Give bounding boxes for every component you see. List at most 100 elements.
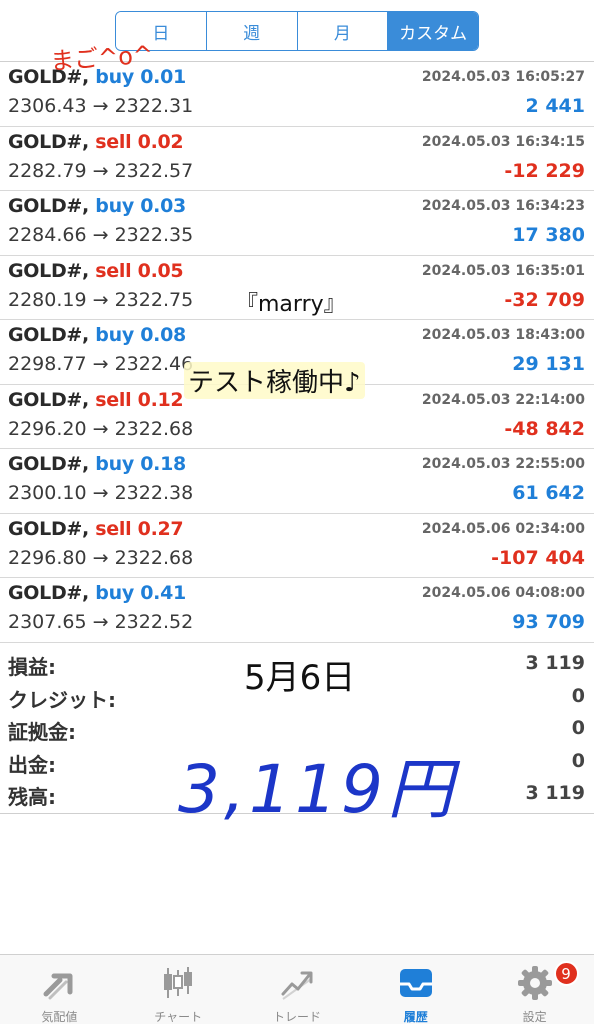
- tab-history[interactable]: 履歴: [356, 955, 475, 1024]
- trade-prices: 2280.19 → 2322.75: [8, 289, 193, 311]
- period-segmented-control: 日 週 月 カスタム: [115, 11, 479, 51]
- trade-time: 2024.05.03 22:55:00: [421, 456, 585, 472]
- trade-symbol: GOLD#, buy 0.41: [8, 582, 186, 604]
- trade-profit: 29 131: [512, 353, 585, 375]
- close-price: 2322.52: [114, 611, 194, 633]
- trade-prices: 2307.65 → 2322.52: [8, 611, 193, 633]
- trade-volume: 0.08: [140, 324, 186, 346]
- summary-label: 出金:: [8, 752, 56, 777]
- arrow-icon: →: [92, 353, 109, 375]
- tab-label: 履歴: [403, 1010, 428, 1024]
- trade-row[interactable]: GOLD#, buy 0.41 2024.05.06 04:08:00 2307.6…: [0, 578, 594, 643]
- trade-row[interactable]: GOLD#, sell 0.02 2024.05.03 16:34:15 2282.…: [0, 127, 594, 191]
- trade-side: buy: [95, 453, 134, 475]
- summary-value: 0: [571, 749, 585, 772]
- open-price: 2298.77: [8, 353, 87, 375]
- tab-month[interactable]: 月: [297, 12, 389, 50]
- trade-side: sell: [95, 517, 132, 540]
- summary-value: 3 119: [525, 782, 586, 804]
- handwritten-note-test: テスト稼働中♪: [184, 362, 365, 399]
- trade-prices: 2284.66 → 2322.35: [8, 224, 193, 246]
- trade-row[interactable]: GOLD#, buy 0.18 2024.05.03 22:55:00 2300.1…: [0, 449, 594, 514]
- close-price: 2322.68: [114, 546, 194, 569]
- tab-settings[interactable]: 9 設定: [475, 955, 594, 1024]
- trade-volume: 0.03: [140, 195, 186, 217]
- trade-prices: 2296.80 → 2322.68: [8, 547, 193, 569]
- trade-time: 2024.05.06 04:08:00: [421, 585, 585, 601]
- arrow-icon: →: [92, 546, 109, 569]
- trade-row[interactable]: GOLD#, sell 0.27 2024.05.06 02:34:00 2296.…: [0, 514, 594, 578]
- summary-label: 損益:: [8, 655, 56, 679]
- trade-symbol: GOLD#, buy 0.08: [8, 324, 186, 346]
- open-price: 2306.43: [8, 95, 87, 117]
- symbol-text: GOLD#,: [8, 324, 89, 346]
- trade-side: sell: [95, 259, 132, 282]
- trade-history-list: GOLD#, buy 0.01 2024.05.03 16:05:27 2306.4…: [0, 62, 594, 643]
- symbol-text: GOLD#,: [8, 259, 89, 282]
- trade-side: sell: [95, 388, 132, 411]
- trade-time: 2024.05.03 16:34:15: [421, 133, 585, 150]
- handwritten-note-date: 5月6日: [244, 658, 356, 698]
- summary-label: クレジット:: [8, 687, 116, 712]
- trade-profit: -12 229: [504, 159, 585, 182]
- open-price: 2300.10: [8, 482, 87, 504]
- symbol-text: GOLD#,: [8, 517, 89, 540]
- tab-custom[interactable]: カスタム: [388, 12, 478, 50]
- close-price: 2322.68: [114, 417, 194, 440]
- trade-symbol: GOLD#, buy 0.03: [8, 195, 186, 217]
- summary-value: 0: [571, 717, 585, 739]
- close-price: 2322.38: [114, 482, 194, 504]
- trade-symbol: GOLD#, sell 0.05: [8, 259, 184, 282]
- open-price: 2284.66: [8, 224, 87, 246]
- trade-prices: 2306.43 → 2322.31: [8, 95, 193, 117]
- symbol-text: GOLD#,: [8, 388, 89, 411]
- symbol-text: GOLD#,: [8, 130, 89, 153]
- trade-volume: 0.41: [140, 582, 186, 604]
- trade-volume: 0.27: [137, 517, 184, 540]
- symbol-text: GOLD#,: [8, 582, 89, 604]
- trade-volume: 0.18: [140, 453, 186, 475]
- arrow-icon: →: [92, 224, 109, 246]
- trade-profit: 93 709: [512, 611, 585, 633]
- arrow-icon: →: [92, 159, 109, 182]
- trade-symbol: GOLD#, sell 0.27: [8, 517, 184, 540]
- trade-side: buy: [95, 324, 134, 346]
- trade-time: 2024.05.03 16:35:01: [421, 262, 585, 279]
- arrow-icon: →: [92, 288, 109, 311]
- tab-week[interactable]: 週: [206, 12, 298, 50]
- trade-prices: 2282.79 → 2322.57: [8, 160, 193, 182]
- close-price: 2322.35: [114, 224, 194, 246]
- tab-label: チャート: [154, 1010, 203, 1024]
- tab-label: トレード: [272, 1010, 321, 1024]
- close-price: 2322.31: [114, 95, 194, 117]
- trade-profit: -32 709: [504, 288, 585, 311]
- trade-row[interactable]: GOLD#, buy 0.03 2024.05.03 16:34:23 2284.6…: [0, 191, 594, 256]
- trade-profit: -107 404: [491, 546, 585, 569]
- symbol-text: GOLD#,: [8, 195, 89, 217]
- trade-time: 2024.05.03 22:14:00: [421, 391, 585, 408]
- history-inbox-icon: [396, 964, 436, 1002]
- handwritten-note-marry: 『marry』: [236, 292, 346, 317]
- tab-trade[interactable]: トレード: [238, 955, 357, 1024]
- tab-quotes[interactable]: 気配値: [0, 955, 119, 1024]
- trade-profit: 2 441: [525, 95, 586, 117]
- summary-value: 0: [571, 684, 585, 707]
- handwritten-note-yen: 3,119円: [178, 751, 457, 828]
- open-price: 2296.20: [8, 417, 87, 440]
- trade-profit: -48 842: [504, 417, 585, 440]
- trade-prices: 2300.10 → 2322.38: [8, 482, 193, 504]
- trade-volume: 0.02: [137, 130, 184, 153]
- tab-label: 設定: [522, 1010, 547, 1024]
- open-price: 2282.79: [8, 159, 87, 182]
- arrow-icon: →: [92, 417, 109, 440]
- trade-side: buy: [95, 195, 134, 217]
- tab-chart[interactable]: チャート: [119, 955, 238, 1024]
- close-price: 2322.46: [114, 353, 194, 375]
- handwritten-note-top: まご^o^: [49, 40, 154, 76]
- trade-prices: 2298.77 → 2322.46: [8, 353, 193, 375]
- trade-time: 2024.05.03 16:34:23: [421, 198, 585, 214]
- close-price: 2322.57: [114, 159, 194, 182]
- open-price: 2280.19: [8, 288, 87, 311]
- trade-volume: 0.05: [137, 259, 184, 282]
- trade-side: sell: [95, 130, 132, 153]
